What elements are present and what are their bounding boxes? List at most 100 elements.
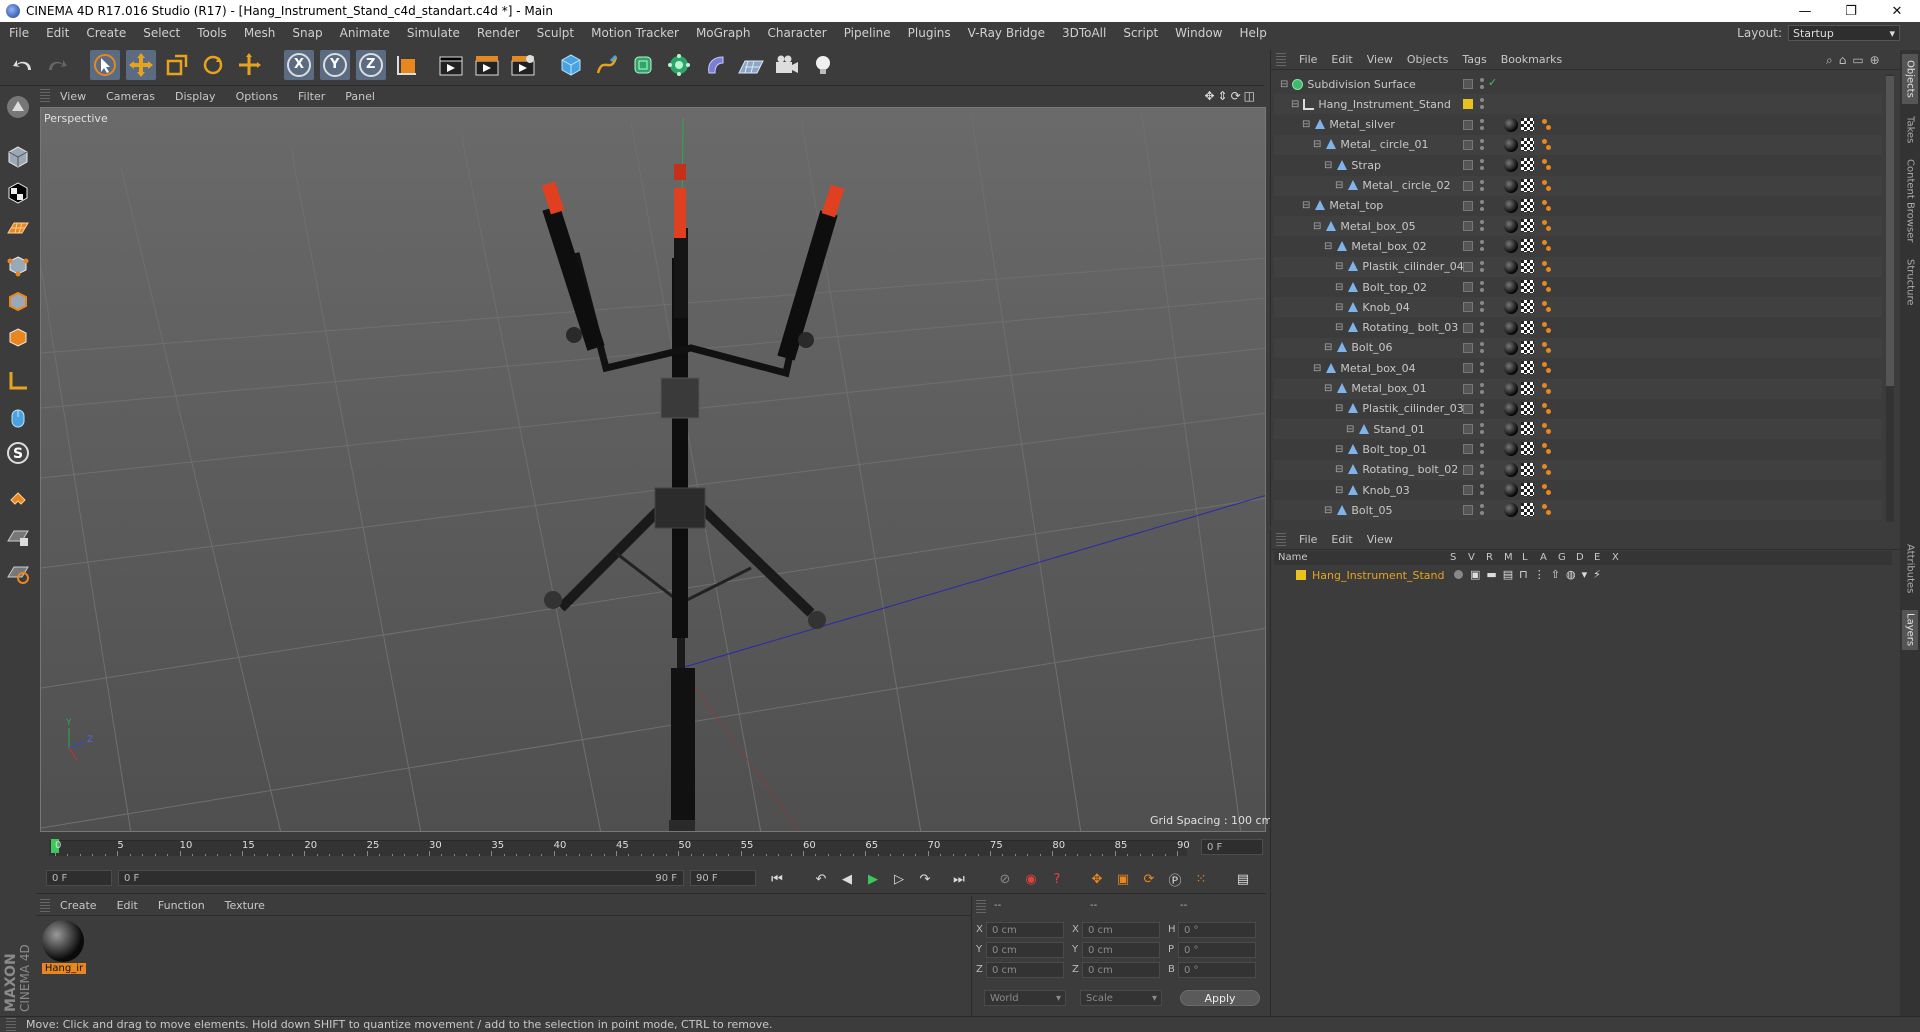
visibility-dots-icon[interactable] [1480, 240, 1484, 252]
object-name-cell[interactable]: ⊟ Hang_Instrument_Stand [1291, 98, 1451, 111]
object-name[interactable]: Hang_Instrument_Stand [1318, 98, 1450, 111]
layer-swatch[interactable] [1463, 221, 1473, 232]
layer-flag-icons[interactable]: ▣▬▤⊓⋮⇧◍▾⚡ [1470, 568, 1607, 581]
material-tag-icon[interactable] [1504, 137, 1518, 152]
layer-swatch[interactable] [1463, 424, 1473, 435]
layer-row[interactable]: Hang_Instrument_Stand ▣▬▤⊓⋮⇧◍▾⚡ [1274, 567, 1892, 583]
object-row[interactable]: ⊟ Stand_01 [1274, 419, 1882, 440]
material-tag-icon[interactable] [1504, 219, 1518, 234]
object-name-cell[interactable]: ⊟ Strap [1324, 159, 1381, 172]
menu-edit[interactable]: Edit [37, 26, 77, 40]
phong-tag-icon[interactable] [1540, 483, 1552, 497]
layer-swatch[interactable] [1463, 180, 1473, 191]
expand-toggle-icon[interactable]: ⊟ [1335, 302, 1343, 313]
side-tab-attributes[interactable]: Attributes [1902, 534, 1918, 604]
layer-swatch[interactable] [1463, 282, 1473, 292]
texture-tag-icon[interactable] [1521, 137, 1534, 151]
current-frame-field[interactable]: 0 F [1201, 839, 1263, 855]
redo-button[interactable] [42, 50, 72, 80]
object-row[interactable]: ⊟ Hang_Instrument_Stand [1274, 94, 1882, 115]
phong-tag-icon[interactable] [1540, 463, 1552, 477]
lm-menu-view[interactable]: View [1360, 533, 1400, 546]
viewport-menu-cameras[interactable]: Cameras [96, 90, 165, 103]
side-tab-layers[interactable]: Layers [1902, 610, 1918, 650]
phong-tag-icon[interactable] [1540, 118, 1552, 132]
object-row[interactable]: ⊟ Knob_03 [1274, 480, 1882, 500]
object-row[interactable]: ⊟ Bolt_top_01 [1274, 439, 1882, 459]
layer-name[interactable]: Hang_Instrument_Stand [1312, 569, 1444, 582]
key-position-button[interactable]: ✥ [1086, 868, 1108, 890]
menu-render[interactable]: Render [468, 26, 528, 40]
expand-toggle-icon[interactable]: ⊟ [1324, 160, 1332, 171]
texture-tag-icon[interactable] [1521, 422, 1534, 436]
go-to-end-button[interactable]: ⏭ [948, 868, 970, 890]
undo-button[interactable] [8, 50, 38, 80]
size-mode-select[interactable]: Scale ▾ [1080, 990, 1162, 1006]
menu-sculpt[interactable]: Sculpt [528, 26, 582, 40]
object-row[interactable]: ⊟ Bolt_top_02 [1274, 277, 1882, 297]
object-name[interactable]: Knob_03 [1362, 484, 1409, 497]
viewport-navigation-icons[interactable]: ✥⇕⟳◫ [1204, 89, 1258, 103]
object-row[interactable]: ⊟ Metal_box_05 [1274, 216, 1882, 237]
material-menu-create[interactable]: Create [50, 899, 107, 912]
key-scale-button[interactable]: ▣ [1112, 868, 1134, 890]
model-mode-button[interactable] [3, 142, 33, 172]
texture-tag-icon[interactable] [1521, 219, 1534, 233]
material-tag-icon[interactable] [1504, 401, 1518, 416]
object-name[interactable]: Bolt_top_01 [1362, 443, 1427, 456]
menu-animate[interactable]: Animate [331, 26, 398, 40]
texture-tag-icon[interactable] [1521, 300, 1534, 314]
planar-workplane-button[interactable] [3, 558, 33, 588]
key-pla-button[interactable]: ⁙ [1190, 868, 1212, 890]
om-menu-file[interactable]: File [1292, 53, 1324, 66]
next-key-button[interactable]: ↷ [914, 868, 936, 890]
viewport-scene[interactable]: YZ [41, 108, 1266, 832]
scale-tool-button[interactable] [162, 50, 192, 80]
rotation-h-field[interactable]: 0 ° [1178, 922, 1256, 938]
material-tag-icon[interactable] [1504, 483, 1518, 497]
phong-tag-icon[interactable] [1540, 199, 1552, 213]
menu-character[interactable]: Character [758, 26, 834, 40]
keyframe-selection-button[interactable]: ? [1046, 868, 1068, 890]
material-menu-texture[interactable]: Texture [215, 899, 275, 912]
visibility-dots-icon[interactable] [1480, 362, 1484, 374]
size-y-field[interactable]: 0 cm [1082, 942, 1160, 958]
expand-toggle-icon[interactable]: ⊟ [1291, 99, 1299, 110]
edit-render-settings-button[interactable] [508, 50, 538, 80]
texture-tag-icon[interactable] [1521, 483, 1534, 496]
expand-toggle-icon[interactable]: ⊟ [1335, 180, 1343, 191]
visibility-dots-icon[interactable] [1480, 463, 1484, 476]
texture-tag-icon[interactable] [1521, 259, 1534, 273]
object-row[interactable]: ⊟ Bolt_06 [1274, 337, 1882, 358]
object-name[interactable]: Metal_box_05 [1340, 220, 1415, 233]
phong-tag-icon[interactable] [1540, 158, 1552, 172]
visibility-dots-icon[interactable] [1480, 341, 1484, 354]
material-menu-function[interactable]: Function [148, 899, 215, 912]
deformer-button[interactable] [700, 50, 730, 80]
layer-col-deformers[interactable]: D [1576, 552, 1584, 563]
menu-3dtoall[interactable]: 3DToAll [1053, 26, 1114, 40]
material-menu-edit[interactable]: Edit [107, 899, 148, 912]
menu-tools[interactable]: Tools [188, 26, 235, 40]
phong-tag-icon[interactable] [1540, 300, 1552, 314]
menu-window[interactable]: Window [1166, 26, 1230, 40]
menu-plugins[interactable]: Plugins [899, 26, 959, 40]
phong-tag-icon[interactable] [1540, 382, 1552, 396]
coordinate-system-button[interactable] [392, 50, 422, 80]
visibility-dots-icon[interactable] [1480, 159, 1484, 171]
texture-tag-icon[interactable] [1521, 401, 1534, 415]
size-x-field[interactable]: 0 cm [1082, 922, 1160, 938]
texture-tag-icon[interactable] [1521, 117, 1534, 131]
visibility-dots-icon[interactable] [1480, 260, 1484, 273]
om-menu-tags[interactable]: Tags [1455, 53, 1493, 66]
texture-tag-icon[interactable] [1521, 280, 1534, 293]
object-row[interactable]: ⊟ Metal_ circle_02 [1274, 175, 1882, 196]
layer-swatch[interactable] [1463, 79, 1473, 89]
object-name[interactable]: Knob_04 [1362, 301, 1409, 314]
texture-tag-icon[interactable] [1521, 239, 1534, 253]
object-name[interactable]: Metal_ circle_02 [1362, 179, 1450, 192]
expand-toggle-icon[interactable]: ⊟ [1313, 363, 1321, 374]
layout-select[interactable]: Startup ▾ [1788, 25, 1900, 41]
layer-swatch[interactable] [1463, 464, 1473, 475]
layer-swatch[interactable] [1463, 322, 1473, 333]
